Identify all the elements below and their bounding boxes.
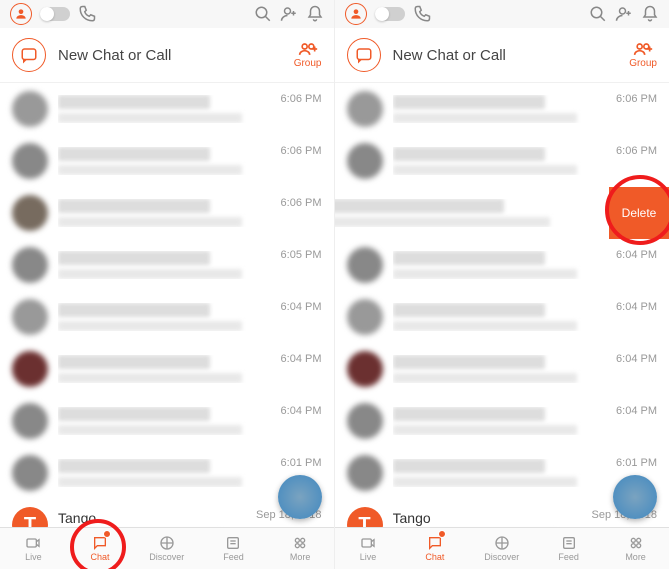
right-pane: New Chat or Call Group 6:06 PM 6:06 PM Del… [335, 0, 669, 569]
chat-avatar [12, 403, 48, 439]
chat-avatar [347, 247, 383, 283]
chat-row[interactable]: 6:04 PM [335, 239, 669, 291]
new-chat-icon [12, 38, 46, 72]
chat-time: 6:05 PM [281, 249, 322, 261]
chat-row[interactable]: 6:04 PM [0, 395, 334, 447]
chat-avatar [347, 403, 383, 439]
chat-name: Tango [393, 510, 586, 526]
tab-discover[interactable]: Discover [468, 528, 535, 569]
tab-live[interactable]: Live [0, 528, 67, 569]
chat-avatar [347, 299, 383, 335]
new-chat-label: New Chat or Call [393, 47, 630, 64]
left-pane: New Chat or Call Group 6:06 PM 6:06 PM 6:0… [0, 0, 335, 569]
chat-row[interactable]: 6:06 PM [0, 135, 334, 187]
chat-time: 6:06 PM [616, 93, 657, 105]
chat-row[interactable]: 6:04 PM [0, 343, 334, 395]
chat-row[interactable]: 6:04 PM [0, 291, 334, 343]
chat-row[interactable]: 6:06 PM [0, 187, 334, 239]
new-chat-icon [347, 38, 381, 72]
chat-time: 6:04 PM [616, 249, 657, 261]
status-toggle[interactable] [40, 7, 70, 21]
tab-bar: Live Chat Discover Feed More [335, 527, 669, 569]
chat-avatar [347, 143, 383, 179]
bell-icon[interactable] [306, 5, 324, 23]
chat-avatar [347, 351, 383, 387]
search-icon[interactable] [254, 5, 272, 23]
tab-chat[interactable]: Chat [401, 528, 468, 569]
chat-time: 6:04 PM [281, 353, 322, 365]
floating-avatar[interactable] [613, 475, 657, 519]
chat-badge [438, 530, 446, 538]
chat-time: 6:06 PM [616, 145, 657, 157]
chat-time: 6:06 PM [281, 93, 322, 105]
search-icon[interactable] [589, 5, 607, 23]
chat-row[interactable]: 6:06 PM [0, 83, 334, 135]
chat-row[interactable]: Delete [335, 187, 610, 239]
tab-discover[interactable]: Discover [133, 528, 200, 569]
floating-avatar[interactable] [278, 475, 322, 519]
tab-feed[interactable]: Feed [200, 528, 267, 569]
chat-avatar [347, 455, 383, 491]
chat-row[interactable]: 6:05 PM [0, 239, 334, 291]
tab-chat[interactable]: Chat [67, 528, 134, 569]
new-chat-label: New Chat or Call [58, 47, 294, 64]
tab-live[interactable]: Live [335, 528, 402, 569]
chat-avatar [347, 91, 383, 127]
chat-avatar [12, 455, 48, 491]
topbar [0, 0, 334, 28]
tab-more[interactable]: More [267, 528, 334, 569]
group-button[interactable]: Group [629, 42, 657, 69]
chat-time: 6:06 PM [281, 145, 322, 157]
add-friend-icon[interactable] [615, 5, 633, 23]
profile-avatar[interactable] [10, 3, 32, 25]
add-friend-icon[interactable] [280, 5, 298, 23]
profile-avatar[interactable] [345, 3, 367, 25]
tab-bar: Live Chat Discover Feed More [0, 527, 334, 569]
chat-row[interactable]: 6:06 PM [335, 135, 669, 187]
phone-icon[interactable] [78, 5, 96, 23]
tab-more[interactable]: More [602, 528, 669, 569]
tab-feed[interactable]: Feed [535, 528, 602, 569]
chat-avatar [12, 351, 48, 387]
chat-avatar [12, 91, 48, 127]
chat-avatar [12, 299, 48, 335]
chat-time: 6:01 PM [616, 457, 657, 469]
chat-row[interactable]: 6:04 PM [335, 395, 669, 447]
chat-row[interactable]: 6:06 PM [335, 83, 669, 135]
new-chat-row[interactable]: New Chat or Call Group [0, 28, 334, 83]
chat-time: 6:01 PM [281, 457, 322, 469]
chat-time: 6:06 PM [281, 197, 322, 209]
chat-time: 6:04 PM [616, 405, 657, 417]
new-chat-row[interactable]: New Chat or Call Group [335, 28, 669, 83]
group-button[interactable]: Group [294, 42, 322, 69]
chat-badge [103, 530, 111, 538]
chat-avatar [12, 143, 48, 179]
chat-time: 6:04 PM [281, 405, 322, 417]
chat-avatar [12, 195, 48, 231]
chat-avatar [12, 247, 48, 283]
chat-time: 6:04 PM [281, 301, 322, 313]
chat-time: 6:04 PM [616, 353, 657, 365]
chat-row[interactable]: 6:04 PM [335, 343, 669, 395]
phone-icon[interactable] [413, 5, 431, 23]
chat-row[interactable]: 6:04 PM [335, 291, 669, 343]
chat-name: Tango [58, 510, 250, 526]
topbar [335, 0, 669, 28]
bell-icon[interactable] [641, 5, 659, 23]
status-toggle[interactable] [375, 7, 405, 21]
delete-button[interactable]: Delete [609, 187, 669, 239]
chat-time: 6:04 PM [616, 301, 657, 313]
